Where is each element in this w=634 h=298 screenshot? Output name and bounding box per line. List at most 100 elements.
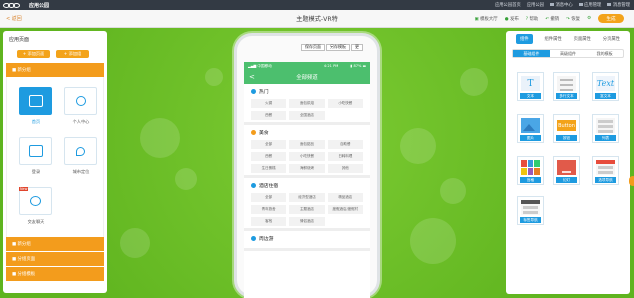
sys-link-park[interactable]: 应用公园 (527, 2, 544, 8)
template-hall-link[interactable]: ▣ 模板大厅 (475, 16, 498, 22)
component-tile-list[interactable]: 列表 (592, 114, 619, 143)
page-group-header[interactable]: ■ 分组模板 (6, 267, 104, 281)
tab-component-props[interactable]: 组件属性 (545, 36, 562, 42)
component-subtabs: 基础组件 高级组件 我的模板 (512, 49, 624, 58)
pages-panel-title: 应用页面 (9, 37, 30, 43)
page-tile-label: 首页 (31, 119, 41, 124)
channel-chip[interactable]: 情侣酒店 (289, 217, 325, 226)
bg-bubble (400, 128, 436, 164)
channel-section: 美食全部 面包甜品 自助餐西餐 小吃快餐 日韩料理生日蛋糕 海鲜烧烤 其他 (244, 125, 370, 178)
component-tile-image[interactable]: 图片 (517, 114, 544, 143)
page-tile-profile[interactable] (64, 87, 97, 115)
channel-chip[interactable]: 面包甜品 (289, 140, 325, 149)
component-tile-richtext[interactable]: Text 富文本 (592, 72, 619, 101)
component-tile-slide[interactable]: 幻灯 (553, 156, 580, 185)
component-grid: T 文本 多行文本 Text 富文本图片 Button 按钮 列表宫格 幻灯 选项导航标签导航 (506, 58, 630, 258)
phone-nav-bar: < 全部频道 (244, 70, 370, 84)
back-link[interactable]: < 返回 (6, 15, 22, 22)
channel-chip[interactable]: 西餐 (251, 152, 287, 161)
page-tile-label: 城市定位 (72, 169, 90, 174)
channel-chip[interactable]: 其他 (327, 164, 363, 173)
sys-link-home[interactable]: 应用公园首页 (495, 2, 521, 8)
component-tabs: 组件 组件属性 页面属性 分页属性 (506, 31, 630, 47)
add-group-button[interactable]: + 添加组 (56, 50, 89, 58)
section-title: 周边游 (259, 237, 274, 242)
channel-chip[interactable]: 全部 (251, 193, 287, 202)
bg-bubble (410, 218, 456, 264)
phone-status-bar: ▂▄▆ 中国移动 4:21 PM ▮ 87% ▬ (244, 62, 370, 70)
phone-preview: 保存页面 另存模板 更 ▂▄▆ 中国移动 4:21 PM ▮ 87% ▬ < 全… (234, 33, 380, 298)
component-tile-tagnav[interactable]: 标签导航 (517, 196, 544, 225)
add-page-button[interactable]: + 添加页面 (17, 50, 50, 58)
sys-link-messages[interactable]: 消息中心 (549, 2, 573, 8)
channel-chip[interactable]: 面包烘焙 (289, 99, 325, 108)
channel-chip[interactable]: 主题酒店 (289, 205, 325, 214)
channel-chip[interactable]: 青年旅舍 (251, 205, 287, 214)
template-icon: ▣ (474, 16, 479, 22)
save-template-button[interactable]: 另存模板 (326, 43, 350, 51)
component-label: 按钮 (556, 135, 577, 141)
page-tile-chat[interactable]: New (19, 187, 52, 215)
undo-link[interactable]: ↶ 撤销 (545, 16, 559, 22)
channel-chip[interactable]: 生日蛋糕 (251, 164, 287, 173)
help-link[interactable]: ? 帮助 (526, 16, 539, 22)
component-tile-multitext[interactable]: 多行文本 (553, 72, 580, 101)
component-tile-tabnav[interactable]: 选项导航 (592, 156, 619, 185)
page-tile-city[interactable] (64, 137, 97, 165)
publish-link[interactable]: ● 发布 (505, 16, 519, 22)
channel-chip[interactable]: 自助餐 (327, 140, 363, 149)
tab-components[interactable]: 组件 (515, 34, 533, 44)
channel-chip[interactable]: 日韩料理 (327, 152, 363, 161)
component-label: 宫格 (520, 177, 541, 183)
channel-chip[interactable]: 度假酒店/度假村 (327, 205, 363, 214)
bg-bubble (120, 228, 150, 258)
channel-chip[interactable]: 经济型酒店 (289, 193, 325, 202)
channel-chip[interactable]: 客栈 (251, 217, 287, 226)
subtab-basic[interactable]: 基础组件 (513, 50, 550, 57)
channel-chip[interactable]: 西餐 (251, 111, 287, 120)
page-group-header[interactable]: ■ 新分组 (6, 63, 104, 77)
component-tile-text[interactable]: T 文本 (517, 72, 544, 101)
more-button[interactable]: 更 (351, 43, 363, 51)
section-header: 美食 (251, 129, 363, 136)
component-tile-grid[interactable]: 宫格 (517, 156, 544, 185)
page-tiles: 首页 个人中心 登录 城市定位 New 交友聊天 (6, 77, 104, 237)
component-label: 图片 (520, 135, 541, 141)
page-group-header[interactable]: ■ 新分组 (6, 237, 104, 251)
slide-component-icon (557, 160, 576, 175)
channel-chip[interactable]: 火锅 (251, 99, 287, 108)
channel-chip[interactable]: 小吃快餐 (327, 99, 363, 108)
grid-component-icon (521, 160, 540, 175)
location-pin-icon (76, 146, 85, 156)
brand-name: 应用公园 (29, 2, 50, 9)
subtab-my-templates[interactable]: 我的模板 (586, 50, 623, 57)
manage-icon (607, 2, 612, 7)
title-actions: ▣ 模板大厅 ● 发布 ? 帮助 ↶ 撤销 ↷ 恢复 ⚙ 生成 (475, 14, 634, 23)
title-bar: < 返回 主题模式-VR特 ▣ 模板大厅 ● 发布 ? 帮助 ↶ 撤销 ↷ 恢复… (0, 10, 634, 28)
settings-gear-icon[interactable]: ⚙ (587, 16, 591, 21)
sys-link-msg-manage[interactable]: 消息管理 (607, 2, 630, 8)
redo-link[interactable]: ↷ 恢复 (566, 16, 580, 22)
carrier-signal: ▂▄▆ 中国移动 (248, 63, 272, 68)
components-panel: 组件 组件属性 页面属性 分页属性 基础组件 高级组件 我的模板 T 文本 多行文本… (506, 31, 630, 294)
channel-chip[interactable]: 全部 (251, 140, 287, 149)
component-tile-button[interactable]: Button 按钮 (553, 114, 580, 143)
channel-chip[interactable]: 海鲜烧烤 (289, 164, 325, 173)
richtext-component-icon: Text (596, 76, 615, 91)
channel-chip[interactable]: 精品酒店 (327, 193, 363, 202)
channel-chip[interactable]: 小吃快餐 (289, 152, 325, 161)
sys-link-apps[interactable]: 应用管理 (578, 2, 601, 8)
panel-toggle-handle[interactable] (629, 176, 634, 186)
nav-title: 全部频道 (296, 75, 318, 81)
page-tile-home[interactable] (19, 87, 52, 115)
generate-button[interactable]: 生成 (598, 14, 624, 23)
page-tile-login[interactable] (19, 137, 52, 165)
save-page-button[interactable]: 保存页面 (301, 43, 325, 51)
channel-chip[interactable]: 全国酒店 (289, 111, 325, 120)
tab-paging-props[interactable]: 分页属性 (603, 36, 620, 42)
page-group-header[interactable]: ■ 分组页面 (6, 252, 104, 266)
tab-page-props[interactable]: 页面属性 (574, 36, 591, 42)
page-tile-label: 登录 (31, 169, 41, 174)
brand-logo[interactable]: 应用公园 (3, 2, 49, 9)
subtab-advanced[interactable]: 高级组件 (550, 50, 587, 57)
